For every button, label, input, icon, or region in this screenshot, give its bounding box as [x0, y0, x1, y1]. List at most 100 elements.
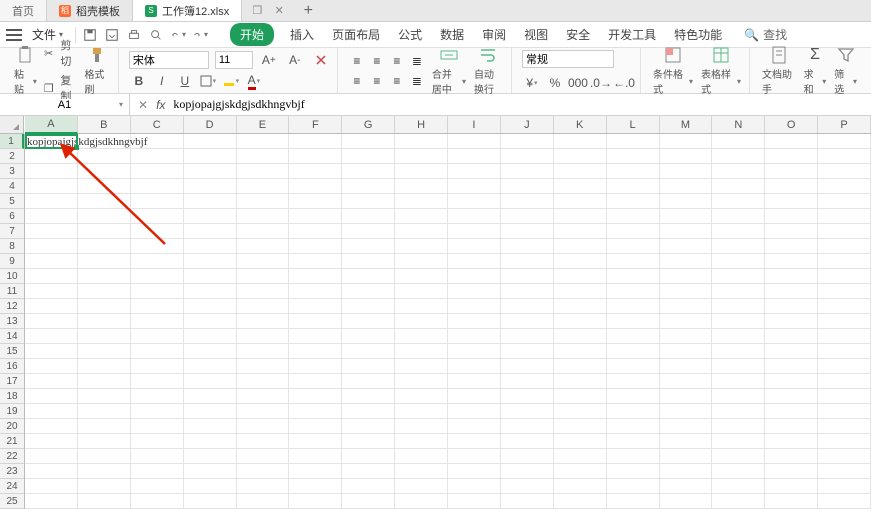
- cell[interactable]: [395, 224, 448, 239]
- cell[interactable]: [342, 479, 395, 494]
- cell[interactable]: [184, 269, 237, 284]
- cell[interactable]: [818, 344, 871, 359]
- cell[interactable]: [25, 494, 78, 509]
- cell[interactable]: [25, 284, 78, 299]
- cell[interactable]: [237, 209, 290, 224]
- cell[interactable]: [78, 464, 131, 479]
- cell[interactable]: [818, 209, 871, 224]
- cell[interactable]: [289, 359, 342, 374]
- cell[interactable]: [554, 449, 607, 464]
- ribbon-tab-data[interactable]: 数据: [438, 22, 466, 47]
- cell[interactable]: [237, 329, 290, 344]
- cell[interactable]: [395, 464, 448, 479]
- cell[interactable]: [554, 299, 607, 314]
- cell[interactable]: [237, 269, 290, 284]
- cell[interactable]: [712, 434, 765, 449]
- name-box[interactable]: ▾: [0, 94, 130, 115]
- cell[interactable]: [554, 314, 607, 329]
- row-header-14[interactable]: 14: [0, 329, 24, 344]
- cell[interactable]: [660, 224, 713, 239]
- cell[interactable]: [448, 449, 501, 464]
- cell[interactable]: [289, 164, 342, 179]
- cancel-edit-icon[interactable]: ✕: [138, 98, 148, 112]
- cell[interactable]: [765, 209, 818, 224]
- cell[interactable]: [237, 344, 290, 359]
- cell[interactable]: [765, 149, 818, 164]
- cell[interactable]: [395, 164, 448, 179]
- cell[interactable]: [818, 164, 871, 179]
- cell[interactable]: [25, 404, 78, 419]
- cell[interactable]: [25, 269, 78, 284]
- cell[interactable]: [342, 464, 395, 479]
- row-header-12[interactable]: 12: [0, 299, 24, 314]
- cell[interactable]: [765, 449, 818, 464]
- cell[interactable]: [712, 494, 765, 509]
- cell[interactable]: [342, 254, 395, 269]
- cell[interactable]: [660, 269, 713, 284]
- cell[interactable]: [289, 224, 342, 239]
- cell[interactable]: [660, 389, 713, 404]
- cell[interactable]: [660, 284, 713, 299]
- cell[interactable]: [184, 239, 237, 254]
- cell[interactable]: [660, 194, 713, 209]
- cell[interactable]: [78, 449, 131, 464]
- sum-button[interactable]: Σ 求和: [802, 45, 829, 96]
- ribbon-tab-start[interactable]: 开始: [230, 23, 274, 46]
- cell[interactable]: [25, 254, 78, 269]
- cell[interactable]: [342, 449, 395, 464]
- cell[interactable]: [448, 269, 501, 284]
- col-header-G[interactable]: G: [342, 116, 395, 133]
- cell[interactable]: [607, 404, 660, 419]
- cell[interactable]: [131, 299, 184, 314]
- cell[interactable]: [765, 224, 818, 239]
- cell[interactable]: [342, 404, 395, 419]
- cell[interactable]: [448, 374, 501, 389]
- cell[interactable]: [289, 269, 342, 284]
- cell[interactable]: [712, 239, 765, 254]
- cell[interactable]: [25, 329, 78, 344]
- cell[interactable]: [78, 314, 131, 329]
- print-icon[interactable]: [126, 27, 142, 43]
- cell[interactable]: [554, 149, 607, 164]
- cell[interactable]: [131, 404, 184, 419]
- cell[interactable]: [554, 239, 607, 254]
- cell[interactable]: [131, 254, 184, 269]
- font-size-select[interactable]: [215, 51, 253, 69]
- cell[interactable]: [765, 359, 818, 374]
- cell[interactable]: [448, 494, 501, 509]
- conditional-format-button[interactable]: 条件格式: [651, 45, 695, 96]
- cell[interactable]: [395, 419, 448, 434]
- cell[interactable]: [501, 329, 554, 344]
- cell[interactable]: [554, 329, 607, 344]
- cell[interactable]: [289, 149, 342, 164]
- restore-window-icon[interactable]: ❐: [250, 4, 264, 18]
- col-header-E[interactable]: E: [237, 116, 290, 133]
- cell[interactable]: [765, 419, 818, 434]
- cell[interactable]: [289, 389, 342, 404]
- cell[interactable]: [78, 479, 131, 494]
- cell[interactable]: [818, 404, 871, 419]
- cell[interactable]: [78, 344, 131, 359]
- cell[interactable]: [765, 374, 818, 389]
- cell[interactable]: [25, 374, 78, 389]
- cell[interactable]: [237, 134, 290, 149]
- cell[interactable]: [395, 209, 448, 224]
- cell[interactable]: [501, 359, 554, 374]
- cell[interactable]: [25, 239, 78, 254]
- cell[interactable]: [712, 479, 765, 494]
- align-left-icon[interactable]: ≡: [348, 72, 366, 90]
- print-preview-icon[interactable]: [148, 27, 164, 43]
- cell[interactable]: [712, 344, 765, 359]
- cell[interactable]: [660, 299, 713, 314]
- merge-center-button[interactable]: 合并居中: [430, 45, 468, 96]
- cell[interactable]: [818, 434, 871, 449]
- cell[interactable]: [289, 479, 342, 494]
- cell[interactable]: [289, 494, 342, 509]
- cell[interactable]: [131, 314, 184, 329]
- cell[interactable]: [78, 404, 131, 419]
- cell[interactable]: [184, 254, 237, 269]
- col-header-D[interactable]: D: [184, 116, 237, 133]
- cell[interactable]: [395, 434, 448, 449]
- cell[interactable]: [712, 404, 765, 419]
- cell[interactable]: [184, 149, 237, 164]
